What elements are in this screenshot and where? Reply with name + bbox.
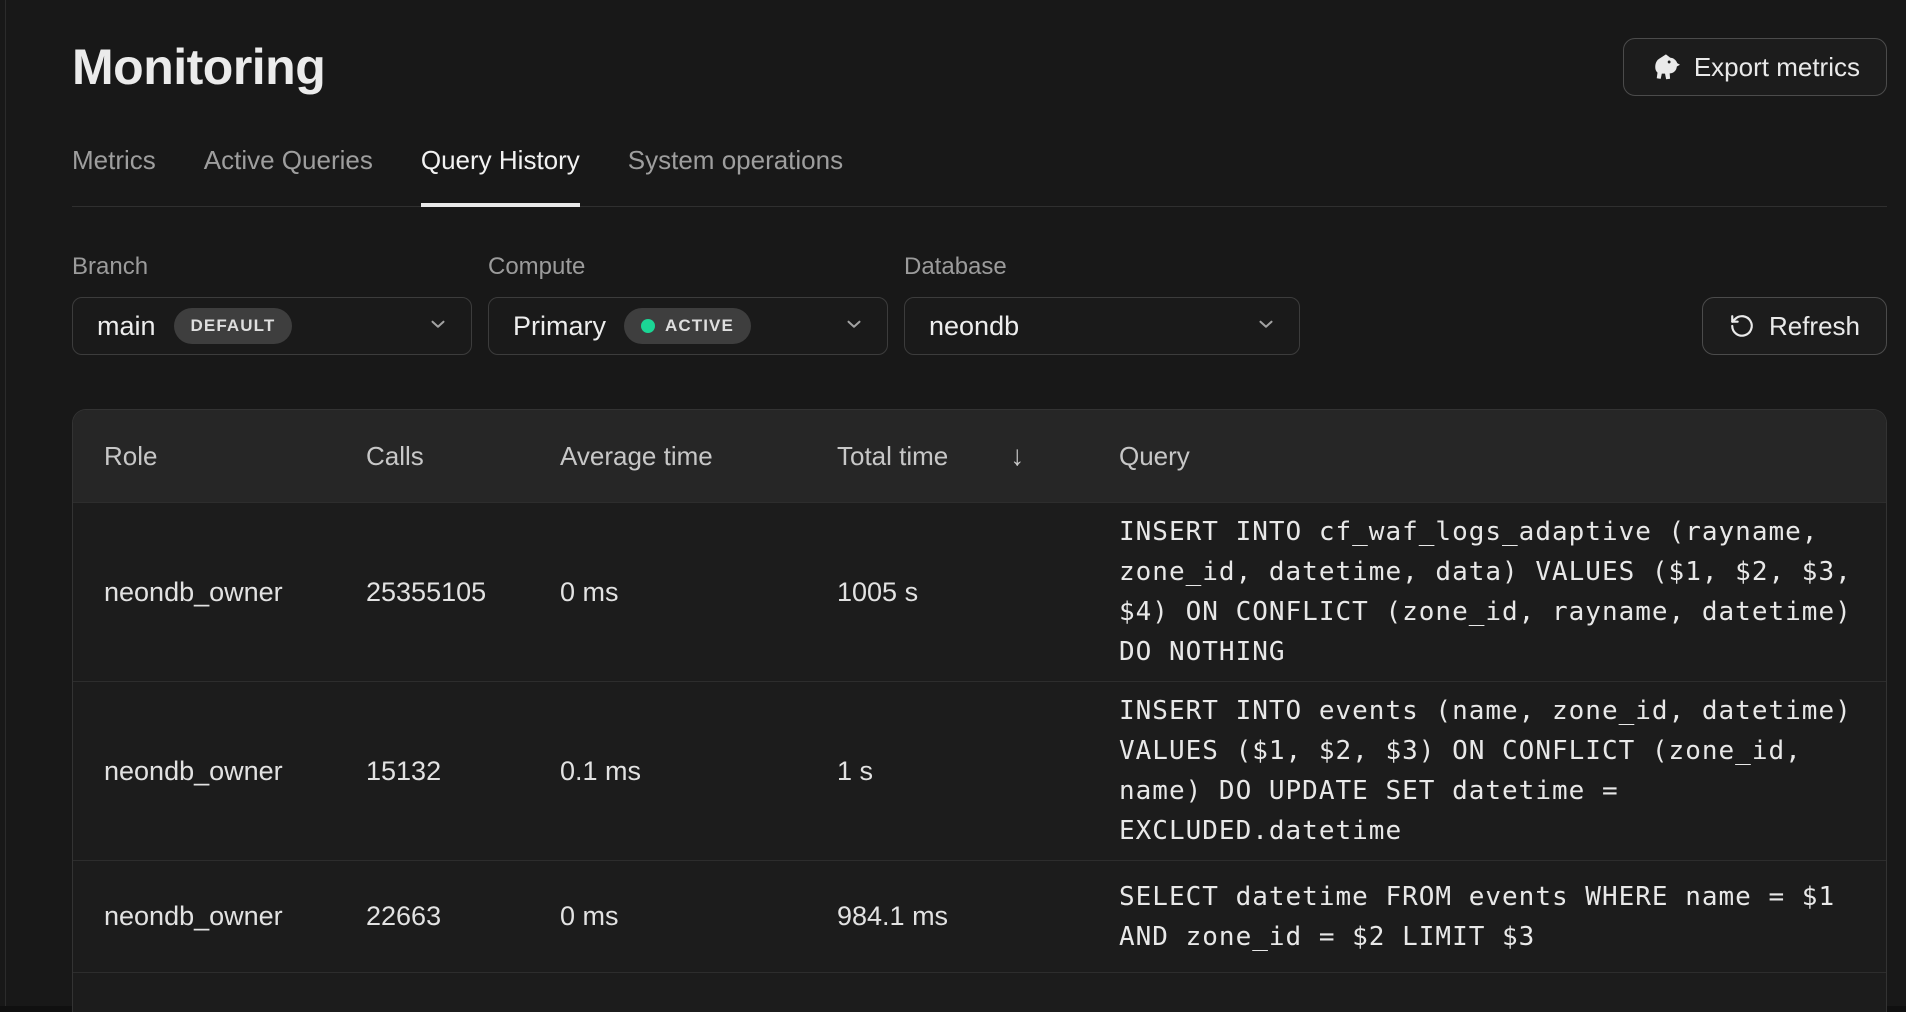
cell-average-time: 0 ms bbox=[560, 901, 837, 932]
cell-average-time: 0 ms bbox=[560, 577, 837, 608]
active-status-badge: ACTIVE bbox=[624, 308, 751, 344]
active-status-label: ACTIVE bbox=[665, 316, 734, 336]
cell-query: SELECT datetime FROM events WHERE name =… bbox=[1119, 877, 1858, 957]
cell-role: neondb_owner bbox=[104, 756, 366, 787]
table-row-partial bbox=[73, 972, 1886, 1012]
refresh-ccw-icon bbox=[1729, 313, 1755, 339]
cell-calls: 25355105 bbox=[366, 577, 560, 608]
chevron-down-icon bbox=[427, 313, 449, 340]
cell-calls: 22663 bbox=[366, 901, 560, 932]
column-header-average-time[interactable]: Average time bbox=[560, 441, 837, 472]
sort-descending-icon[interactable]: ↓ bbox=[1010, 440, 1024, 472]
table-row[interactable]: neondb_owner 22663 0 ms 984.1 ms SELECT … bbox=[73, 860, 1886, 972]
refresh-label: Refresh bbox=[1769, 311, 1860, 342]
tab-active-queries[interactable]: Active Queries bbox=[204, 145, 373, 206]
column-header-total-time[interactable]: Total time ↓ bbox=[837, 440, 1119, 472]
cell-total-time: 1 s bbox=[837, 756, 1119, 787]
compute-value: Primary bbox=[513, 311, 606, 342]
database-label: Database bbox=[904, 253, 1300, 281]
branch-filter: Branch main DEFAULT bbox=[72, 253, 472, 355]
cell-query: INSERT INTO cf_waf_logs_adaptive (raynam… bbox=[1119, 512, 1858, 672]
compute-label: Compute bbox=[488, 253, 888, 281]
refresh-button[interactable]: Refresh bbox=[1702, 297, 1887, 355]
export-metrics-label: Export metrics bbox=[1694, 52, 1860, 83]
compute-select[interactable]: Primary ACTIVE bbox=[488, 297, 888, 355]
default-badge: DEFAULT bbox=[174, 308, 293, 344]
cell-query: INSERT INTO events (name, zone_id, datet… bbox=[1119, 691, 1858, 851]
datadog-icon bbox=[1650, 52, 1680, 82]
database-select[interactable]: neondb bbox=[904, 297, 1300, 355]
chevron-down-icon bbox=[843, 313, 865, 340]
branch-select[interactable]: main DEFAULT bbox=[72, 297, 472, 355]
query-history-table: Role Calls Average time Total time ↓ Que… bbox=[72, 409, 1887, 1012]
filters-bar: Branch main DEFAULT Compute Primary ACTI… bbox=[72, 253, 1887, 355]
compute-filter: Compute Primary ACTIVE bbox=[488, 253, 888, 355]
branch-label: Branch bbox=[72, 253, 472, 281]
table-body: neondb_owner 25355105 0 ms 1005 s INSERT… bbox=[73, 502, 1886, 972]
cell-average-time: 0.1 ms bbox=[560, 756, 837, 787]
table-header-row: Role Calls Average time Total time ↓ Que… bbox=[73, 410, 1886, 502]
page-header: Monitoring Export metrics bbox=[72, 0, 1887, 97]
table-row[interactable]: neondb_owner 25355105 0 ms 1005 s INSERT… bbox=[73, 502, 1886, 681]
database-filter: Database neondb bbox=[904, 253, 1300, 355]
monitoring-page: Monitoring Export metrics Metrics Active… bbox=[0, 0, 1906, 1006]
cell-calls: 15132 bbox=[366, 756, 560, 787]
page-title: Monitoring bbox=[72, 38, 325, 97]
chevron-down-icon bbox=[1255, 313, 1277, 340]
tab-query-history[interactable]: Query History bbox=[421, 145, 580, 206]
cell-role: neondb_owner bbox=[104, 577, 366, 608]
column-header-total-time-label: Total time bbox=[837, 441, 948, 472]
export-metrics-button[interactable]: Export metrics bbox=[1623, 38, 1887, 96]
table-row[interactable]: neondb_owner 15132 0.1 ms 1 s INSERT INT… bbox=[73, 681, 1886, 860]
panel-left-border bbox=[5, 0, 6, 1006]
tabs-bar: Metrics Active Queries Query History Sys… bbox=[72, 145, 1887, 207]
cell-role: neondb_owner bbox=[104, 901, 366, 932]
branch-value: main bbox=[97, 311, 156, 342]
active-status-dot-icon bbox=[641, 319, 655, 333]
column-header-calls[interactable]: Calls bbox=[366, 441, 560, 472]
column-header-role[interactable]: Role bbox=[104, 441, 366, 472]
database-value: neondb bbox=[929, 311, 1019, 342]
tab-system-operations[interactable]: System operations bbox=[628, 145, 843, 206]
cell-total-time: 984.1 ms bbox=[837, 901, 1119, 932]
tab-metrics[interactable]: Metrics bbox=[72, 145, 156, 206]
column-header-query[interactable]: Query bbox=[1119, 441, 1858, 472]
cell-total-time: 1005 s bbox=[837, 577, 1119, 608]
